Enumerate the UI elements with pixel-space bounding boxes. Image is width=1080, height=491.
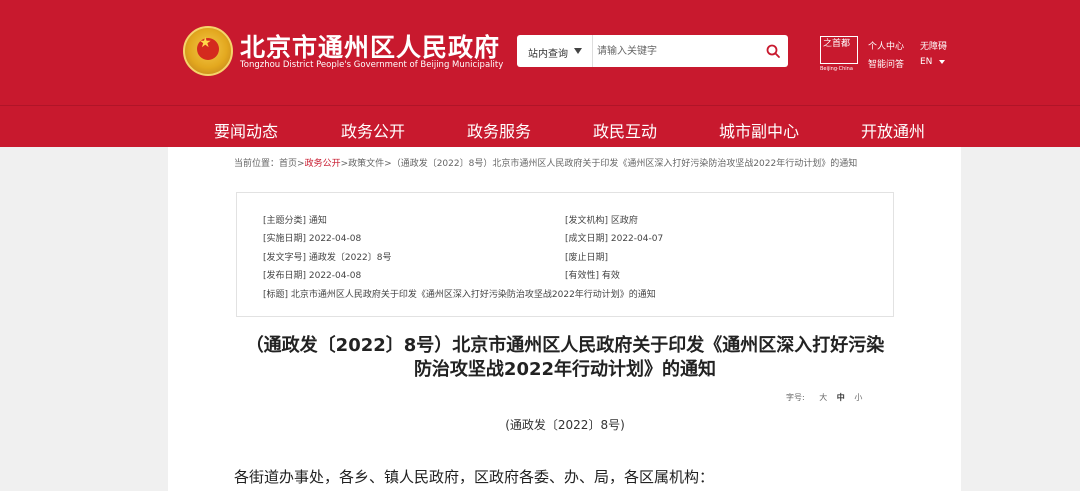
breadcrumb-gov-affairs[interactable]: 政务公开 [305,159,341,169]
breadcrumb-separator: > [340,159,349,169]
smart-qa-link[interactable]: 智能问答 [868,57,904,70]
site-header: ★ 北京市通州区人民政府 Tongzhou District People's … [0,0,1080,105]
caret-down-icon [574,48,582,54]
document-title: （通政发〔2022〕8号）北京市通州区人民政府关于印发《通州区深入打好污染 防治… [236,334,894,382]
meta-created-date: [成文日期] 2022-04-07 [565,234,664,244]
nav-item-sub-center[interactable]: 城市副中心 [719,118,799,142]
search-scope-label: 站内查询 [528,49,568,60]
main-nav: 要闻动态 政务公开 政务服务 政民互动 城市副中心 开放通州 [0,105,1080,147]
breadcrumb: 当前位置：首页>政务公开>政策文件>（通政发〔2022〕8号）北京市通州区人民政… [234,156,857,169]
nav-item-gov-affairs[interactable]: 政务公开 [341,118,405,142]
search-box: 站内查询 [517,35,788,67]
document-number: (通政发〔2022〕8号) [505,418,625,432]
font-size-label: 字号: [786,393,805,402]
meta-validity: [有效性] 有效 [565,271,620,281]
font-size-small[interactable]: 小 [854,392,862,403]
font-size-medium[interactable]: 中 [837,392,845,403]
meta-issuer: [发文机构] 区政府 [565,216,638,226]
beijing-logo[interactable]: 之首都 Beijing·China [820,36,858,72]
beijing-logo-chars: 之首都 [823,39,851,49]
meta-effective-date: [实施日期] 2022-04-08 [263,234,362,244]
breadcrumb-current: （通政发〔2022〕8号）北京市通州区人民政府关于印发《通州区深入打好污染防治攻… [391,159,858,169]
meta-title: [标题] 北京市通州区人民政府关于印发《通州区深入打好污染防治攻坚战2022年行… [263,290,656,300]
document-title-line1: （通政发〔2022〕8号）北京市通州区人民政府关于印发《通州区深入打好污染 [245,335,885,356]
nav-item-open-tongzhou[interactable]: 开放通州 [861,118,925,142]
nav-item-news[interactable]: 要闻动态 [214,118,278,142]
language-switch[interactable]: EN [920,57,932,67]
search-scope-dropdown[interactable]: 站内查询 [517,35,593,67]
meta-topic: [主题分类] 通知 [263,216,327,226]
font-size-large[interactable]: 大 [819,392,827,403]
nav-item-interaction[interactable]: 政民互动 [593,118,657,142]
search-input[interactable] [597,41,757,61]
font-size-switcher: 字号: 大 中 小 [786,392,862,403]
document-salutation: 各街道办事处，各乡、镇人民政府，区政府各委、办、局，各区属机构： [234,468,715,486]
breadcrumb-prefix: 当前位置： [234,159,280,169]
national-emblem-icon: ★ [183,26,233,76]
nav-item-gov-services[interactable]: 政务服务 [467,118,531,142]
meta-repeal-date: [废止日期] [565,253,609,263]
meta-publish-date: [发布日期] 2022-04-08 [263,271,362,281]
personal-center-link[interactable]: 个人中心 [868,39,904,52]
meta-doc-number: [发文字号] 通政发〔2022〕8号 [263,253,392,263]
breadcrumb-home[interactable]: 首页 [279,159,297,169]
site-subtitle: Tongzhou District People's Government of… [240,60,504,70]
site-title[interactable]: 北京市通州区人民政府 [240,28,500,64]
search-icon[interactable] [765,43,781,59]
breadcrumb-separator: > [297,159,305,169]
beijing-logo-en: Beijing·China [820,66,853,72]
document-title-line2: 防治攻坚战2022年行动计划》的通知 [413,359,717,380]
caret-down-icon [939,60,945,64]
breadcrumb-policy-docs[interactable]: 政策文件 [348,159,384,169]
accessibility-link[interactable]: 无障碍 [920,39,947,52]
breadcrumb-separator: > [384,159,392,169]
